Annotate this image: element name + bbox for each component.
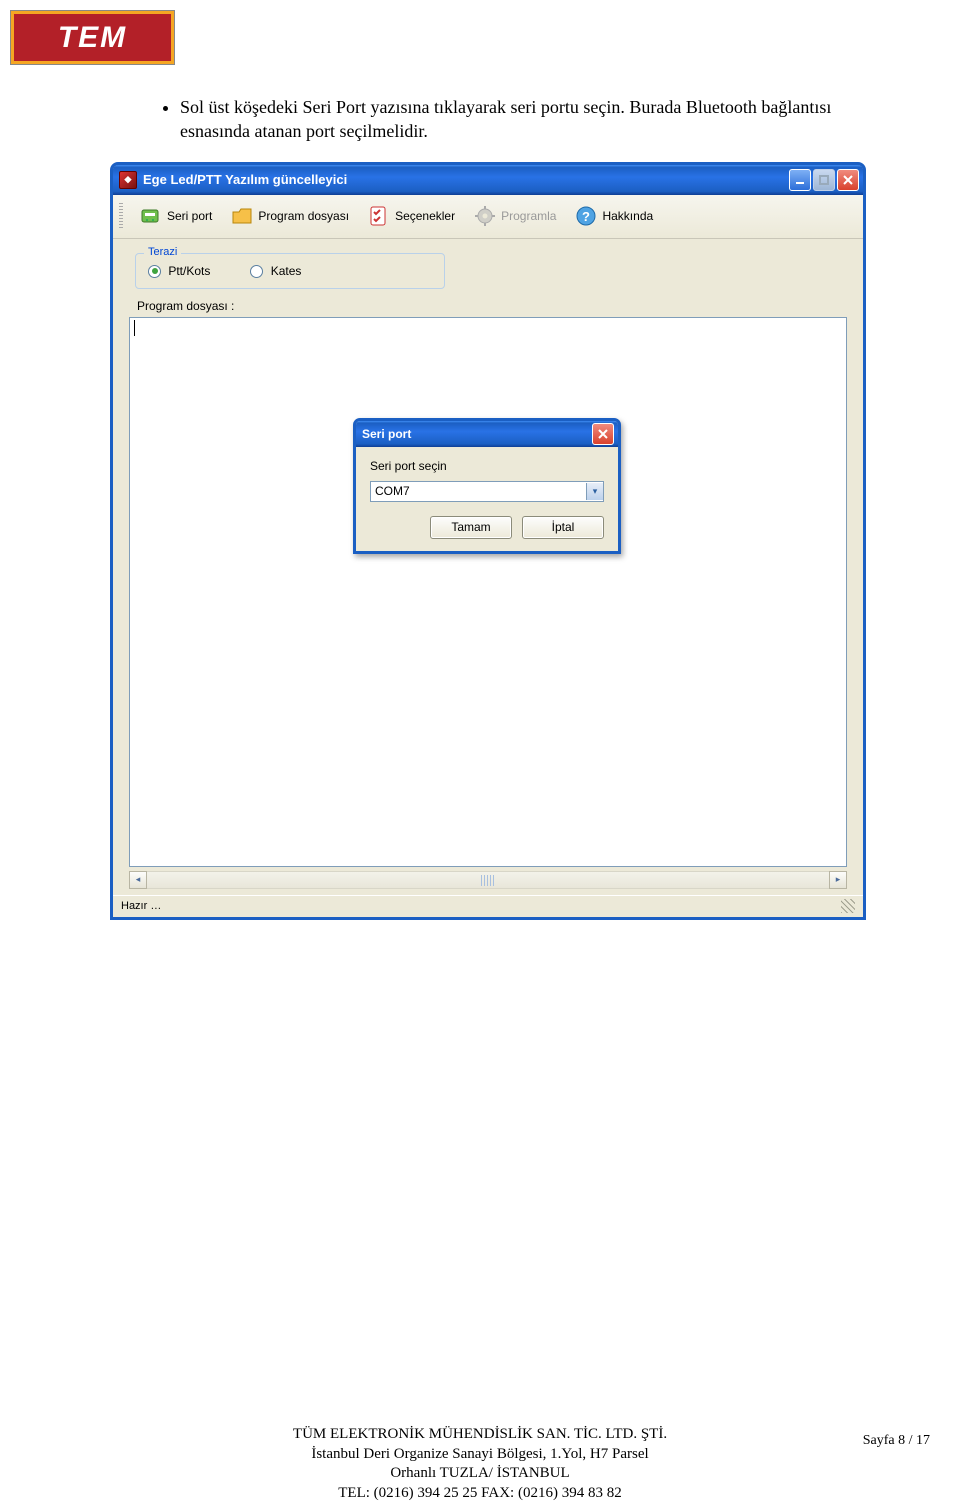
- radio-kates-label: Kates: [271, 264, 302, 278]
- toolbar-hakkinda-label: Hakkında: [602, 209, 653, 223]
- client-area: Terazi Ptt/Kots Kates Program dosyası :: [113, 239, 863, 895]
- cancel-button[interactable]: İptal: [522, 516, 604, 539]
- titlebar[interactable]: ◆ Ege Led/PTT Yazılım güncelleyici: [113, 165, 863, 195]
- toolbar: Seri port Program dosyası Seçenekler Pro…: [113, 195, 863, 239]
- folder-icon: [230, 204, 254, 228]
- window-title: Ege Led/PTT Yazılım güncelleyici: [143, 172, 347, 187]
- app-window: ◆ Ege Led/PTT Yazılım güncelleyici Seri …: [110, 162, 866, 920]
- gear-icon: [473, 204, 497, 228]
- app-icon: ◆: [119, 171, 137, 189]
- log-textarea[interactable]: Seri port Seri port seçin COM7 ▾: [129, 317, 847, 867]
- toolbar-program-dosyasi[interactable]: Program dosyası: [226, 202, 353, 230]
- scroll-track[interactable]: [147, 871, 829, 889]
- toolbar-seri-port-label: Seri port: [167, 209, 212, 223]
- footer-line1: TÜM ELEKTRONİK MÜHENDİSLİK SAN. TİC. LTD…: [0, 1425, 960, 1445]
- radio-ptt-kots-label: Ptt/Kots: [168, 264, 210, 278]
- close-button[interactable]: [837, 169, 859, 191]
- scroll-left-icon[interactable]: ◂: [129, 871, 147, 889]
- statusbar: Hazır …: [113, 895, 863, 917]
- minimize-button[interactable]: [789, 169, 811, 191]
- radio-ptt-kots[interactable]: Ptt/Kots: [148, 264, 210, 278]
- chevron-down-icon[interactable]: ▾: [586, 483, 603, 500]
- logo-text: TEM: [14, 14, 171, 61]
- com-port-value: COM7: [375, 484, 410, 498]
- options-icon: [367, 204, 391, 228]
- svg-text:?: ?: [582, 209, 590, 224]
- dialog-titlebar[interactable]: Seri port: [356, 421, 618, 447]
- status-text: Hazır …: [121, 900, 161, 912]
- horizontal-scrollbar[interactable]: ◂ ▸: [129, 871, 847, 889]
- toolbar-program-dosyasi-label: Program dosyası: [258, 209, 349, 223]
- toolbar-grip[interactable]: [119, 203, 123, 229]
- toolbar-programla-label: Programla: [501, 209, 556, 223]
- radio-icon: [148, 265, 161, 278]
- dialog-close-button[interactable]: [592, 423, 614, 445]
- instruction-text: Sol üst köşedeki Seri Port yazısına tıkl…: [180, 95, 880, 144]
- footer-line3: Orhanlı TUZLA/ İSTANBUL: [0, 1464, 960, 1484]
- footer-line4: TEL: (0216) 394 25 25 FAX: (0216) 394 83…: [0, 1484, 960, 1504]
- cancel-button-label: İptal: [552, 520, 575, 534]
- ok-button[interactable]: Tamam: [430, 516, 512, 539]
- terazi-groupbox: Terazi Ptt/Kots Kates: [135, 253, 445, 289]
- ok-button-label: Tamam: [451, 520, 490, 534]
- dialog-label: Seri port seçin: [370, 459, 604, 473]
- instruction-list: Sol üst köşedeki Seri Port yazısına tıkl…: [140, 95, 880, 144]
- radio-kates[interactable]: Kates: [250, 264, 301, 278]
- radio-icon: [250, 265, 263, 278]
- help-icon: ?: [574, 204, 598, 228]
- groupbox-title: Terazi: [144, 246, 181, 258]
- seri-port-dialog: Seri port Seri port seçin COM7 ▾: [353, 418, 621, 554]
- toolbar-secenekler-label: Seçenekler: [395, 209, 455, 223]
- logo: TEM: [0, 0, 960, 65]
- toolbar-programla: Programla: [469, 202, 560, 230]
- footer-line2: İstanbul Deri Organize Sanayi Bölgesi, 1…: [0, 1445, 960, 1465]
- toolbar-hakkinda[interactable]: ? Hakkında: [570, 202, 657, 230]
- resize-grip-icon[interactable]: [841, 899, 855, 913]
- scroll-right-icon[interactable]: ▸: [829, 871, 847, 889]
- page-footer: TÜM ELEKTRONİK MÜHENDİSLİK SAN. TİC. LTD…: [0, 1425, 960, 1503]
- dialog-title: Seri port: [362, 427, 411, 441]
- com-port-combobox[interactable]: COM7 ▾: [370, 481, 604, 502]
- toolbar-seri-port[interactable]: Seri port: [135, 202, 216, 230]
- maximize-button: [813, 169, 835, 191]
- toolbar-secenekler[interactable]: Seçenekler: [363, 202, 459, 230]
- scroll-grip-icon: [481, 875, 495, 886]
- program-dosyasi-label: Program dosyası :: [137, 299, 853, 313]
- serial-port-icon: [139, 204, 163, 228]
- text-caret: [134, 320, 135, 336]
